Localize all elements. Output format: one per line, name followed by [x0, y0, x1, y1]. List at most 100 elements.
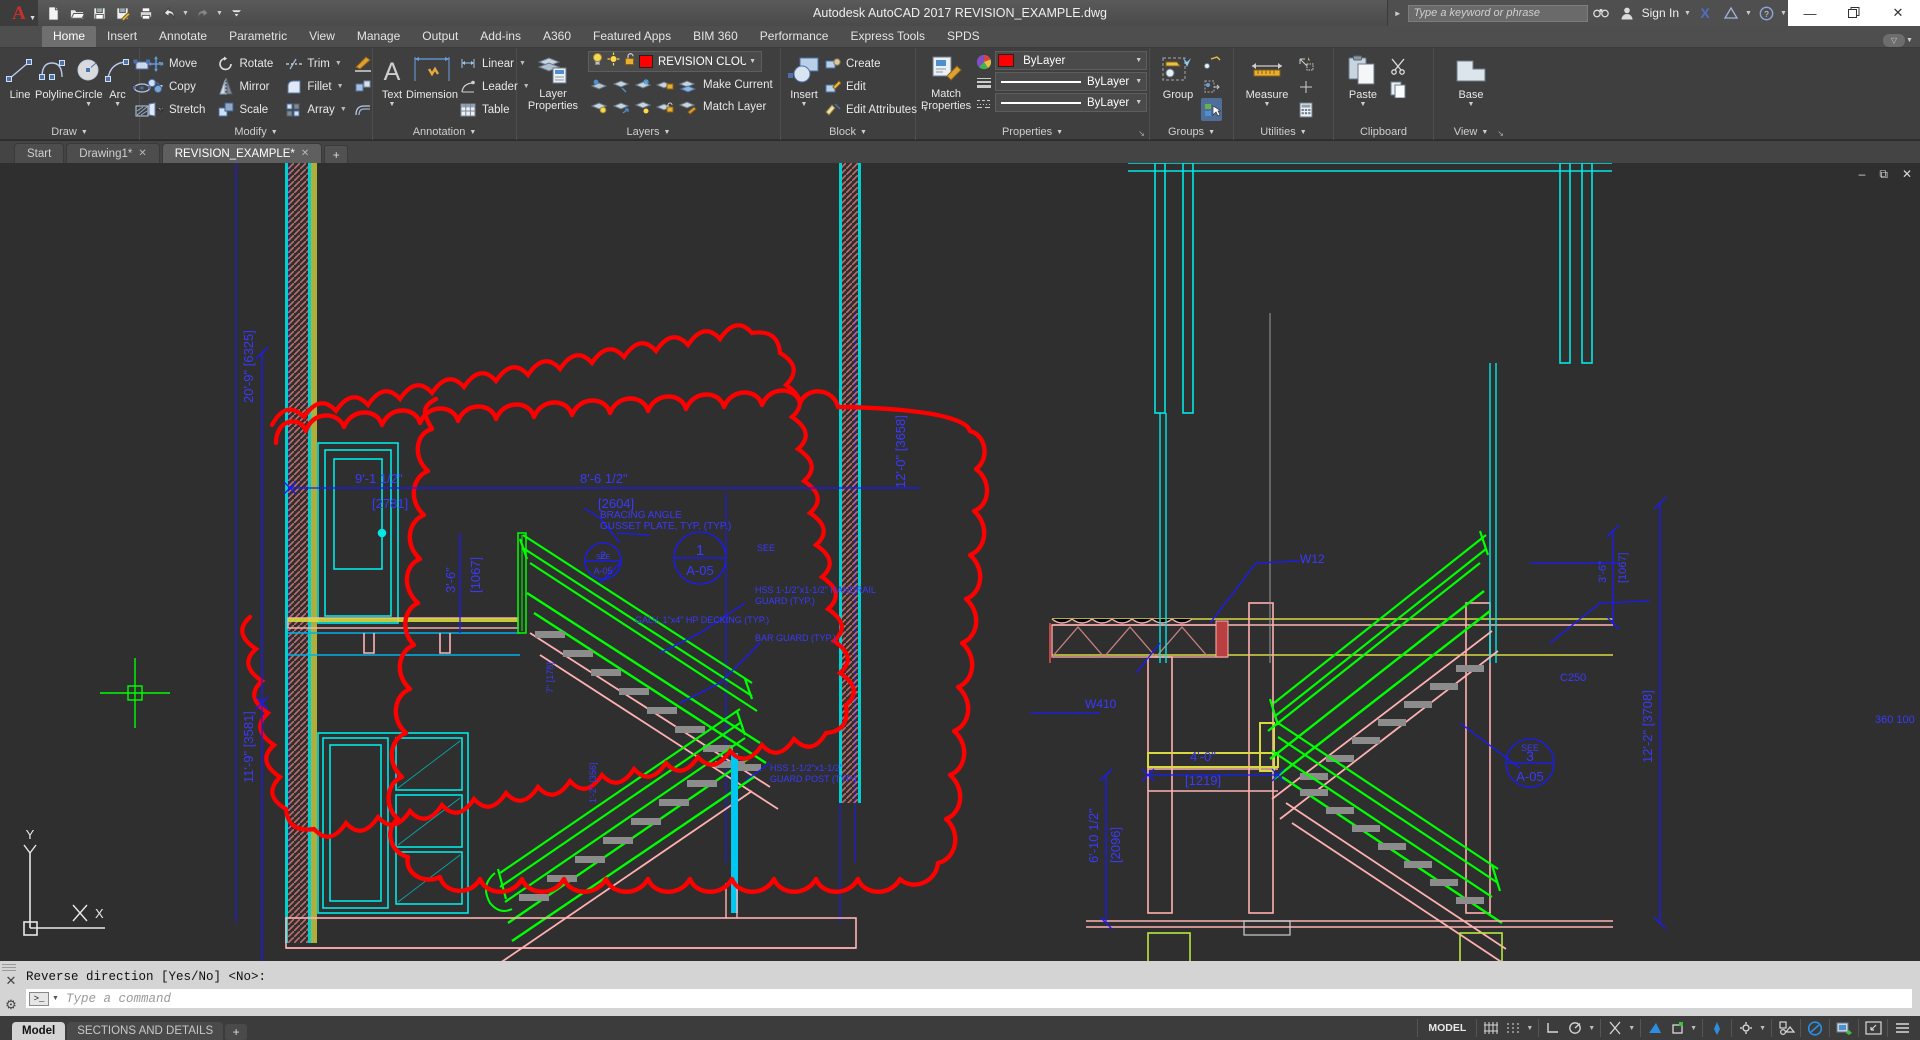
group-selection-toggle[interactable] [1201, 98, 1222, 121]
linetype-chevron-down-icon[interactable]: ▼ [1135, 99, 1144, 106]
help-icon[interactable]: ? [1753, 0, 1779, 26]
undo-icon[interactable] [158, 3, 179, 24]
modify-explode-button[interactable] [353, 75, 374, 98]
properties-dialog-launcher-icon[interactable]: ↘ [1138, 129, 1145, 138]
new-icon[interactable] [43, 3, 64, 24]
block-edit-button[interactable]: Edit [822, 75, 929, 98]
layer-chevron-down-icon[interactable]: ▼ [749, 58, 759, 65]
block-create-button[interactable]: Create [822, 52, 929, 75]
layer-dropdown[interactable]: REVISION CLOUDS ▼ [588, 51, 762, 72]
color-wheel-icon[interactable] [973, 51, 995, 72]
group-button[interactable]: Group [1155, 52, 1201, 101]
draw-circle-button[interactable]: Circle ▼ [74, 52, 104, 108]
layer-thaw-all-icon[interactable] [632, 96, 654, 117]
new-file-tab-button[interactable]: + [324, 145, 348, 163]
a360-icon[interactable] [1718, 0, 1744, 26]
save-icon[interactable] [89, 3, 110, 24]
modify-fillet-button[interactable]: Fillet ▼ [283, 75, 346, 98]
hardware-acceleration-icon[interactable] [1833, 1018, 1855, 1038]
layout-tab-sections-and-details[interactable]: SECTIONS AND DETAILS [67, 1022, 223, 1040]
panel-title-draw[interactable]: Draw ▼ [0, 124, 139, 140]
snap-chevron-down-icon[interactable]: ▼ [1524, 1025, 1535, 1032]
chevron-down-icon[interactable]: ▼ [1056, 129, 1063, 136]
annotation-text-button[interactable]: A Text ▼ [378, 52, 406, 108]
new-layout-button[interactable]: + [225, 1024, 247, 1040]
command-input-row[interactable]: >_ ▼ Type a command [26, 989, 1912, 1008]
layer-lock-icon[interactable] [654, 74, 676, 95]
layout-tab-model[interactable]: Model [12, 1022, 65, 1040]
match-layer-label[interactable]: Match Layer [700, 101, 766, 113]
layer-isolate-icon[interactable] [588, 74, 610, 95]
plot-icon[interactable] [135, 3, 156, 24]
panel-title-modify[interactable]: Modify ▼ [140, 124, 372, 140]
modify-scale-button[interactable]: Scale [215, 98, 273, 121]
signin-chevron-down-icon[interactable]: ▼ [1683, 10, 1692, 17]
fillet-chevron-down-icon[interactable]: ▼ [332, 83, 344, 90]
ucs-icon-toggle[interactable] [1706, 1018, 1728, 1038]
chevron-down-icon[interactable]: ▼ [1481, 129, 1488, 136]
layer-on-all-icon[interactable] [588, 96, 610, 117]
object-snap-tracking-icon[interactable] [1666, 1018, 1688, 1038]
file-tab-revision-example[interactable]: REVISION_EXAMPLE* ✕ [162, 143, 323, 163]
ribbon-tab-featured-apps[interactable]: Featured Apps [582, 26, 682, 47]
close-icon[interactable]: ✕ [138, 148, 146, 159]
layer-freeze-snowflake-icon[interactable] [632, 74, 654, 95]
base-chevron-down-icon[interactable]: ▼ [1468, 101, 1475, 108]
application-menu-button[interactable]: A ▼ [0, 0, 38, 26]
redo-chevron-down-icon[interactable]: ▼ [215, 10, 224, 17]
base-view-button[interactable]: Base ▼ [1446, 52, 1496, 108]
arc-chevron-down-icon[interactable]: ▼ [114, 101, 121, 108]
3d-object-snap-icon[interactable] [1644, 1018, 1666, 1038]
chevron-down-icon[interactable]: ▼ [664, 129, 671, 136]
ungroup-button[interactable] [1201, 52, 1222, 75]
command-line-area[interactable]: ✕ ⚙ Reverse direction [Yes/No] <No>: >_ … [0, 961, 1920, 1016]
customization-menu-icon[interactable] [1891, 1018, 1913, 1038]
linetype-icon[interactable] [973, 93, 995, 114]
layer-unlock-all-icon[interactable] [654, 96, 676, 117]
ribbon-minimize-icon[interactable]: ▽ [1883, 34, 1905, 47]
model-space-button[interactable]: MODEL [1421, 1018, 1473, 1038]
chevron-down-icon[interactable]: ▼ [271, 129, 278, 136]
ribbon-tab-spds[interactable]: SPDS [936, 26, 991, 47]
panel-title-utilities[interactable]: Utilities ▼ [1234, 124, 1333, 140]
layer-unlock-icon[interactable] [623, 52, 636, 71]
open-icon[interactable] [66, 3, 87, 24]
snap-mode-icon[interactable] [1502, 1018, 1524, 1038]
annotation-visibility-icon[interactable] [1735, 1018, 1757, 1038]
chevron-down-icon[interactable]: ▼ [1300, 129, 1307, 136]
chevron-down-icon[interactable]: ▼ [29, 15, 36, 22]
circle-chevron-down-icon[interactable]: ▼ [85, 101, 92, 108]
layer-freeze-icon[interactable] [610, 74, 632, 95]
paste-chevron-down-icon[interactable]: ▼ [1360, 101, 1367, 108]
workspace-switching-icon[interactable] [1775, 1018, 1797, 1038]
modify-mirror-button[interactable]: Mirror [215, 75, 273, 98]
user-account-icon[interactable] [1614, 0, 1640, 26]
panel-title-clipboard[interactable]: Clipboard [1334, 124, 1433, 140]
object-snap-icon[interactable] [1604, 1018, 1626, 1038]
make-current-label[interactable]: Make Current [700, 79, 773, 91]
panel-title-groups[interactable]: Groups ▼ [1150, 124, 1233, 140]
annotation-dimension-button[interactable]: Dimension [406, 52, 458, 101]
panel-title-properties[interactable]: Properties ▼ ↘ [916, 124, 1149, 140]
trim-chevron-down-icon[interactable]: ▼ [330, 60, 342, 67]
block-edit-attributes-button[interactable]: Edit Attributes ▼ [822, 98, 929, 121]
fullscreen-toggle-icon[interactable] [1862, 1018, 1884, 1038]
sign-in-button[interactable]: Sign In [1640, 6, 1683, 20]
a360-chevron-down-icon[interactable]: ▼ [1744, 10, 1753, 17]
close-icon[interactable]: ✕ [301, 148, 309, 159]
help-chevron-down-icon[interactable]: ▼ [1779, 10, 1788, 17]
calculator-button[interactable] [1295, 98, 1316, 121]
layer-color-swatch[interactable] [639, 55, 653, 68]
id-point-button[interactable] [1295, 75, 1316, 98]
quick-select-button[interactable] [1295, 52, 1316, 75]
command-chevron-down-icon[interactable]: ▼ [52, 995, 59, 1002]
draw-line-button[interactable]: Line [5, 52, 35, 101]
customize-icon[interactable] [226, 3, 247, 24]
ribbon-tab-annotate[interactable]: Annotate [148, 26, 218, 47]
linewidth-icon[interactable] [973, 72, 995, 93]
layer-unisolate-icon[interactable] [610, 96, 632, 117]
layer-thaw-icon[interactable] [607, 52, 620, 71]
command-line-grip[interactable] [2, 962, 16, 972]
drawing-minimize-icon[interactable]: – [1859, 167, 1866, 182]
chevron-down-icon[interactable]: ▼ [860, 129, 867, 136]
